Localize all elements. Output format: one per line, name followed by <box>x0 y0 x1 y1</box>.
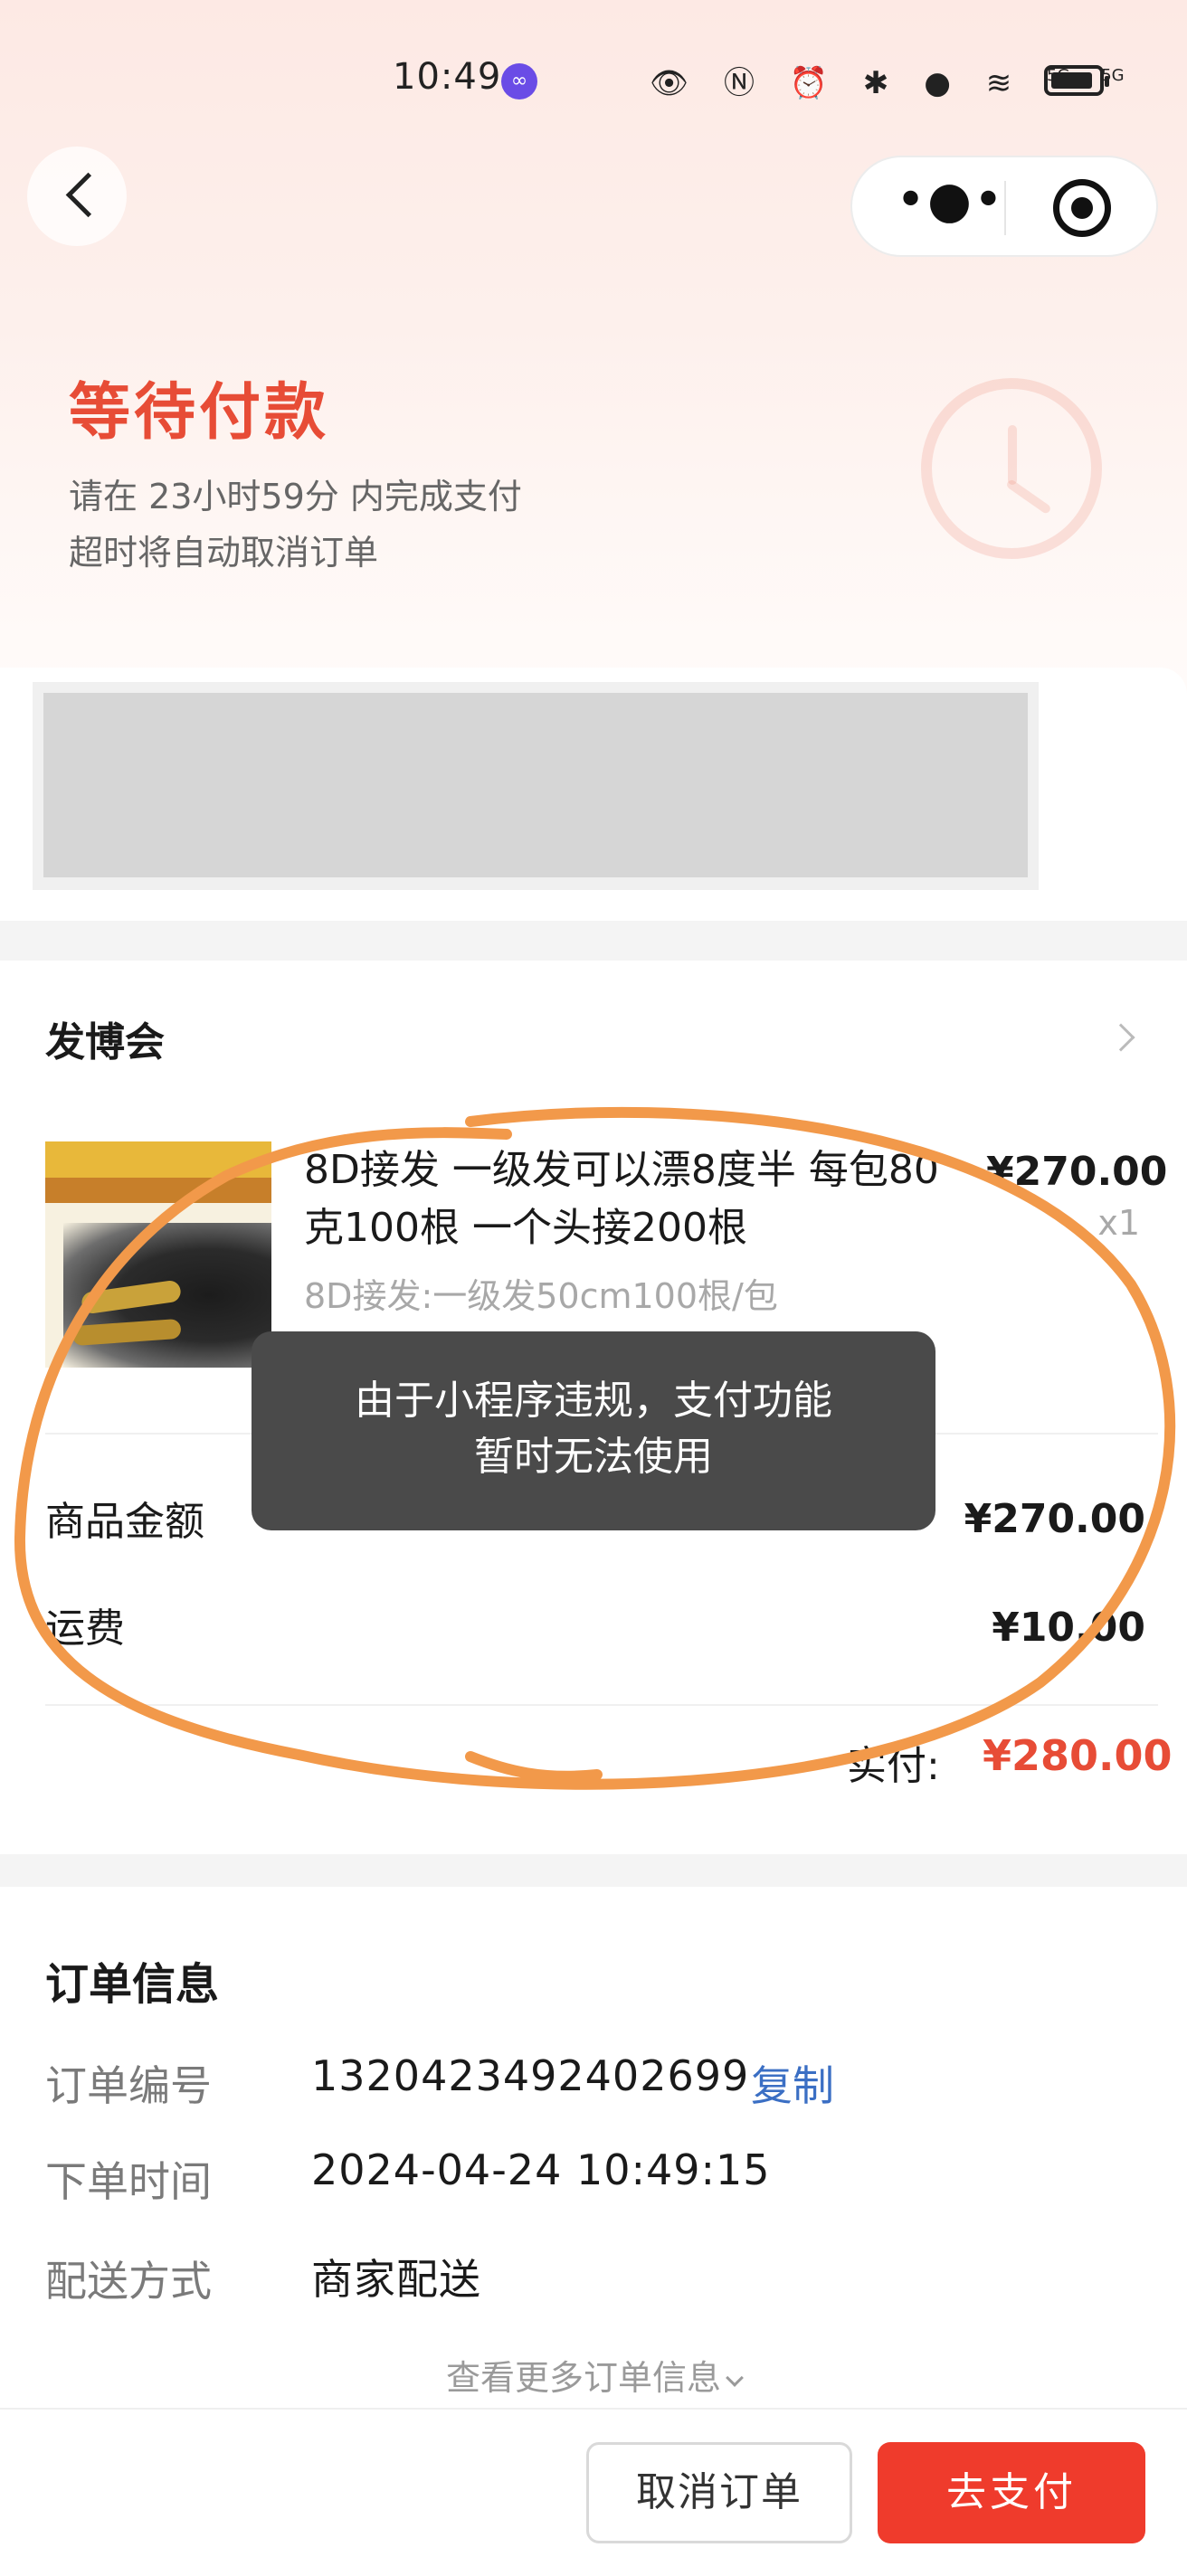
cancel-order-button[interactable]: 取消订单 <box>586 2442 852 2543</box>
product-quantity: x1 <box>1097 1203 1140 1243</box>
close-miniprogram-icon[interactable] <box>1053 179 1111 237</box>
goods-amount-label: 商品金额 <box>45 1499 204 1545</box>
back-button[interactable] <box>27 147 127 246</box>
copy-order-number-button[interactable]: 复制 <box>751 2053 834 2113</box>
thumbnail-banner-sub <box>45 1178 271 1203</box>
shipping-label: 运费 <box>45 1605 125 1652</box>
thumbnail-banner <box>45 1141 271 1178</box>
toast-line: 暂时无法使用 <box>474 1434 713 1480</box>
more-menu-icon[interactable]: •●• <box>896 175 1005 226</box>
order-time-label: 下单时间 <box>45 2157 212 2206</box>
toast-line: 由于小程序违规，支付功能 <box>355 1378 832 1424</box>
order-number-value: 1320423492402699 <box>311 2051 750 2100</box>
chevron-down-icon <box>726 2369 744 2387</box>
payment-unavailable-toast: 由于小程序违规，支付功能 暂时无法使用 <box>252 1331 935 1530</box>
order-number-label: 订单编号 <box>45 2061 212 2110</box>
paid-amount: ¥280.00 <box>983 1731 1173 1780</box>
payment-countdown: 请在 23小时59分 内完成支付 <box>69 477 522 516</box>
product-spec: 8D接发:一级发50cm100根/包 <box>304 1276 778 1316</box>
order-status-title: 等待付款 <box>69 377 330 449</box>
order-detail-page: 10:49 ∞ 👁 Ⓝ ⏰ ✱ ● ≋ 5G 5G •●• 等待付款 请在 23… <box>0 0 1187 2576</box>
paid-label: 实付: <box>847 1743 940 1789</box>
divider <box>45 1704 1158 1706</box>
delivery-method-value: 商家配送 <box>311 2255 481 2304</box>
address-redacted <box>43 693 1028 877</box>
battery-level <box>1051 72 1092 89</box>
battery-icon <box>1044 65 1109 96</box>
link-icon: ∞ <box>501 63 537 99</box>
pay-button[interactable]: 去支付 <box>878 2442 1145 2543</box>
auto-cancel-note: 超时将自动取消订单 <box>69 533 379 573</box>
status-time: 10:49 <box>393 56 502 98</box>
product-thumbnail[interactable] <box>45 1141 271 1368</box>
miniprogram-capsule: •●• <box>850 156 1158 257</box>
product-price: ¥270.00 <box>986 1149 1168 1195</box>
more-order-info-label: 查看更多订单信息 <box>445 2358 721 2398</box>
order-info-title: 订单信息 <box>45 1959 220 2010</box>
more-order-info-link[interactable]: 查看更多订单信息 <box>0 2350 1187 2400</box>
capsule-divider <box>1004 181 1006 235</box>
clock-icon <box>921 378 1102 559</box>
delivery-method-label: 配送方式 <box>45 2257 212 2306</box>
product-title[interactable]: 8D接发 一级发可以漂8度半 每包80克100根 一个头接200根 <box>304 1141 964 1257</box>
shipping-value: ¥10.00 <box>992 1605 1145 1651</box>
status-icon-glyphs: 👁 Ⓝ ⏰ ✱ ● ≋ <box>650 65 1025 101</box>
order-time-value: 2024-04-24 10:49:15 <box>311 2145 771 2194</box>
shop-name[interactable]: 发博会 <box>45 1009 165 1067</box>
